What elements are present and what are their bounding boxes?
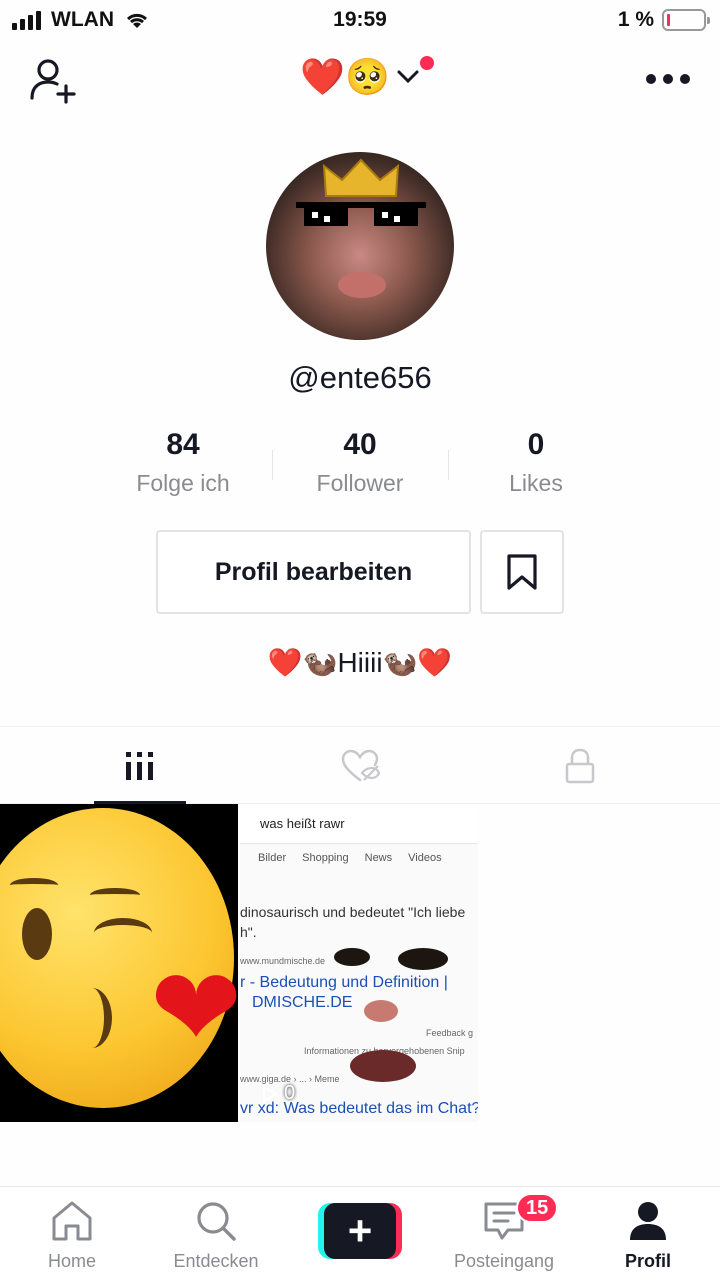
view-count: 0	[262, 1082, 295, 1105]
video-thumbnail[interactable]: ❤	[0, 804, 238, 1122]
thumbnail-text: h".	[240, 924, 257, 940]
nav-profile[interactable]: Profil	[578, 1199, 718, 1272]
status-bar: WLAN 19:59 1 %	[0, 0, 720, 40]
home-icon	[52, 1201, 92, 1241]
liked-hidden-icon	[341, 749, 380, 782]
video-thumbnail[interactable]: was heißt rawr Bilder Shopping News Vide…	[240, 804, 478, 1122]
profile-icon	[630, 1202, 666, 1240]
crown-graphic	[322, 158, 400, 197]
eye-graphic	[398, 948, 448, 970]
stat-label: Likes	[509, 470, 563, 496]
nav-label: Home	[47, 1251, 96, 1271]
tab-videos[interactable]	[20, 727, 260, 805]
notification-dot	[419, 56, 434, 70]
heart-emoji: ❤	[150, 947, 238, 1070]
thumbnail-text: dinosaurisch und bedeutet "Ich liebe	[240, 904, 466, 920]
thumbnail-text: Feedback g	[426, 1028, 474, 1038]
bottom-nav: Home Entdecken + Posteingang 15 Profil	[0, 1186, 720, 1280]
status-right: 1 %	[617, 8, 710, 32]
content-tabs	[0, 726, 720, 804]
lips-graphic	[338, 272, 386, 298]
mouth-graphic	[350, 1050, 416, 1082]
thumbnail-text: r - Bedeutung und Definition |	[240, 974, 448, 991]
play-icon	[263, 1084, 278, 1103]
account-switcher[interactable]: ❤️🥺	[0, 56, 720, 98]
eye-graphic	[334, 948, 370, 966]
battery-icon	[662, 9, 710, 31]
nav-label: Entdecken	[173, 1251, 259, 1271]
search-icon	[197, 1202, 236, 1241]
nav-home[interactable]: Home	[2, 1199, 142, 1272]
tab-liked[interactable]	[240, 727, 480, 805]
create-button[interactable]: +	[318, 1203, 402, 1259]
top-nav: ❤️🥺	[0, 52, 720, 112]
stat-likes[interactable]: 0 Likes	[446, 428, 626, 497]
thumbnail-text: DMISCHE.DE	[252, 994, 353, 1011]
view-count-value: 0	[284, 1082, 296, 1104]
bookmark-icon	[507, 554, 537, 590]
stat-value: 40	[343, 428, 377, 461]
stat-following[interactable]: 84 Folge ich	[93, 428, 273, 497]
chevron-down-icon	[397, 70, 419, 84]
stat-followers[interactable]: 40 Follower	[270, 428, 450, 497]
plus-icon: +	[324, 1203, 396, 1259]
stat-label: Follower	[316, 470, 404, 496]
sunglasses-graphic	[296, 202, 426, 226]
battery-percent: 1 %	[617, 8, 654, 31]
inbox-badge: 15	[516, 1193, 559, 1223]
nav-label: Posteingang	[453, 1251, 555, 1271]
stats-row: 84 Folge ich 40 Follower 0 Likes	[0, 428, 720, 508]
nose-graphic	[364, 1000, 398, 1022]
username: @ente656	[288, 360, 432, 395]
favorites-button[interactable]	[480, 530, 564, 614]
tab-private[interactable]	[460, 727, 700, 805]
nav-inbox[interactable]: Posteingang 15	[434, 1193, 574, 1272]
avatar[interactable]	[266, 152, 454, 340]
video-grid: ❤ was heißt rawr Bilder Shopping News Vi…	[0, 804, 720, 1122]
stat-value: 84	[166, 428, 200, 461]
thumbnail-search-query: was heißt rawr	[240, 804, 478, 844]
thumbnail-text: www.mundmische.de	[240, 956, 326, 966]
videos-grid-icon	[126, 752, 153, 780]
edit-profile-button[interactable]: Profil bearbeiten	[156, 530, 471, 614]
lock-icon	[565, 748, 595, 784]
nav-label: Profil	[624, 1251, 671, 1271]
stat-value: 0	[527, 428, 545, 461]
stat-label: Folge ich	[136, 470, 230, 496]
profile-bio: ❤️🦦Hiiii🦦❤️	[267, 647, 453, 678]
thumbnail-search-tabs: Bilder Shopping News Videos	[258, 852, 442, 864]
nav-discover[interactable]: Entdecken	[146, 1199, 286, 1272]
account-title: ❤️🥺	[300, 56, 390, 97]
more-icon[interactable]	[646, 74, 690, 84]
clock: 19:59	[333, 8, 387, 31]
